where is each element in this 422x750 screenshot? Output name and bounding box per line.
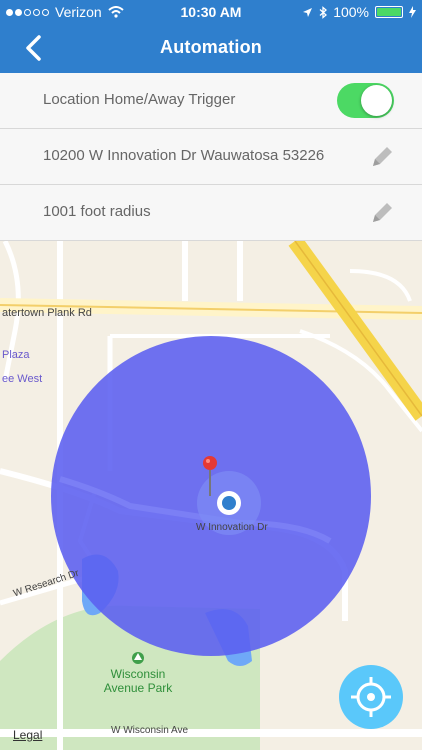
radius-row[interactable]: 1001 foot radius <box>0 185 422 241</box>
legal-link[interactable]: Legal <box>13 728 42 742</box>
settings-list: Location Home/Away Trigger 10200 W Innov… <box>0 73 422 241</box>
edit-address-pencil-icon[interactable] <box>368 143 396 171</box>
recenter-button[interactable] <box>339 665 403 729</box>
charging-icon <box>409 6 416 18</box>
header: Verizon 10:30 AM 100% Automation <box>0 0 422 73</box>
battery-percent: 100% <box>333 4 369 20</box>
park-label: Wisconsin Avenue Park <box>98 667 178 695</box>
trigger-toggle[interactable] <box>337 83 394 118</box>
radius-text: 1001 foot radius <box>43 203 151 220</box>
toggle-knob <box>361 85 392 116</box>
watertown-plank-label: atertown Plank Rd <box>2 307 92 319</box>
bluetooth-icon <box>319 5 328 19</box>
plaza-label: Plaza <box>2 349 30 361</box>
map-view[interactable]: atertown Plank Rd Plaza ee West W Innova… <box>0 241 422 750</box>
crosshair-icon <box>351 677 391 717</box>
wisconsin-ave-label: W Wisconsin Ave <box>111 725 189 736</box>
address-row[interactable]: 10200 W Innovation Dr Wauwatosa 53226 <box>0 129 422 185</box>
status-right: 100% <box>302 4 416 20</box>
innovation-dr-label: W Innovation Dr <box>196 522 268 533</box>
page-title: Automation <box>160 37 262 57</box>
nav-bar: Automation <box>0 24 422 73</box>
park-label-line2: Avenue Park <box>103 681 173 695</box>
status-bar: Verizon 10:30 AM 100% <box>0 0 422 24</box>
trigger-label: Location Home/Away Trigger <box>43 91 236 108</box>
trigger-row: Location Home/Away Trigger <box>0 73 422 129</box>
battery-icon <box>375 6 403 18</box>
address-text: 10200 W Innovation Dr Wauwatosa 53226 <box>43 147 325 164</box>
park-label-line1: Wisconsin <box>110 667 166 681</box>
west-label: ee West <box>2 373 43 385</box>
location-arrow-icon <box>303 7 313 17</box>
edit-radius-pencil-icon[interactable] <box>368 199 396 227</box>
